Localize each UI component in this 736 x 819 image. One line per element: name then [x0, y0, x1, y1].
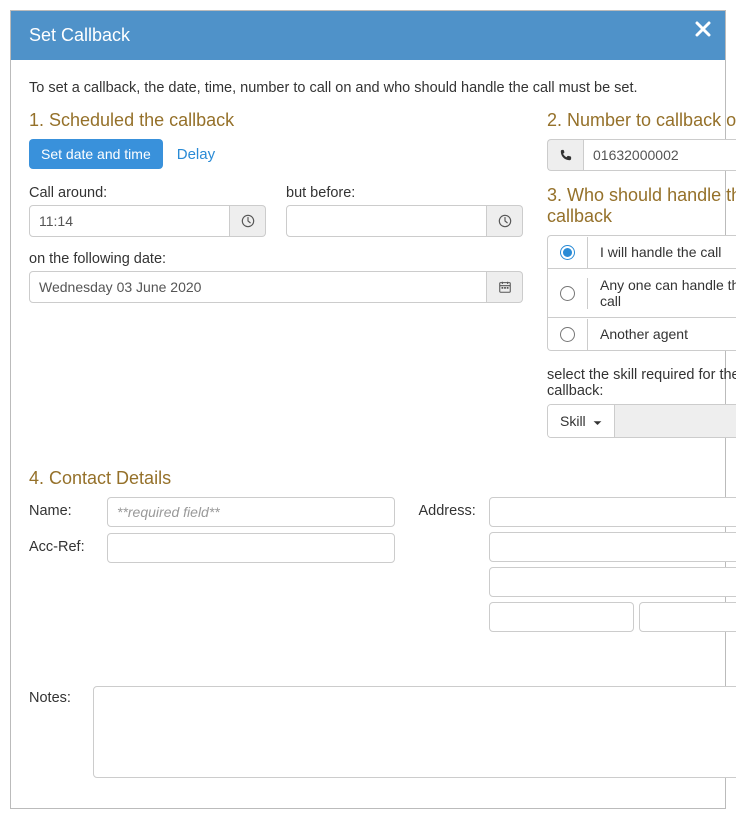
address-city-input[interactable] [489, 602, 634, 632]
section4-title: 4. Contact Details [29, 468, 736, 489]
phone-icon [547, 139, 583, 171]
dialog-body: To set a callback, the date, time, numbe… [11, 60, 736, 808]
notes-label: Notes: [29, 686, 79, 706]
handler-option-another[interactable]: Another agent [547, 318, 736, 351]
intro-text: To set a callback, the date, time, numbe… [29, 80, 736, 96]
handler-radio-self[interactable] [560, 245, 575, 260]
call-around-label: Call around: [29, 185, 266, 201]
handler-option-self[interactable]: I will handle the call [547, 235, 736, 269]
but-before-label: but before: [286, 185, 523, 201]
date-label: on the following date: [29, 251, 523, 267]
address-postcode-input[interactable] [639, 602, 736, 632]
accref-input[interactable] [107, 533, 395, 563]
accref-label: Acc-Ref: [29, 533, 107, 555]
skill-required-label: select the skill required for the callba… [547, 367, 736, 399]
delay-link[interactable]: Delay [177, 146, 215, 163]
notes-textarea[interactable] [93, 686, 736, 778]
handler-radio-list: I will handle the call Any one can handl… [547, 235, 736, 351]
name-label: Name: [29, 497, 107, 519]
callback-number-input[interactable] [583, 139, 736, 171]
call-around-input[interactable] [29, 205, 230, 237]
clock-icon[interactable] [230, 205, 266, 237]
but-before-input[interactable] [286, 205, 487, 237]
address-label: Address: [419, 497, 489, 519]
name-input[interactable] [107, 497, 395, 527]
handler-radio-another[interactable] [560, 327, 575, 342]
address-line1-input[interactable] [489, 497, 736, 527]
section1-title: 1. Scheduled the callback [29, 110, 523, 131]
date-input[interactable] [29, 271, 487, 303]
set-date-time-button[interactable]: Set date and time [29, 139, 163, 169]
clock-icon[interactable] [487, 205, 523, 237]
skill-selector: Skill [547, 404, 736, 438]
handler-radio-anyone[interactable] [560, 286, 575, 301]
address-line2-input[interactable] [489, 532, 736, 562]
dialog-title: Set Callback [29, 25, 130, 45]
address-line3-input[interactable] [489, 567, 736, 597]
dialog-header: Set Callback [11, 11, 725, 60]
close-icon[interactable] [695, 21, 711, 41]
section3-title: 3. Who should handle the callback [547, 185, 736, 227]
skill-value-area [615, 405, 736, 437]
section2-title: 2. Number to callback on [547, 110, 736, 131]
dialog: Set Callback To set a callback, the date… [10, 10, 726, 809]
handler-label: I will handle the call [588, 236, 736, 268]
handler-label: Another agent [588, 318, 736, 350]
handler-option-anyone[interactable]: Any one can handle the call [547, 269, 736, 318]
handler-label: Any one can handle the call [588, 269, 736, 317]
calendar-icon[interactable] [487, 271, 523, 303]
skill-dropdown-button[interactable]: Skill [548, 405, 615, 437]
